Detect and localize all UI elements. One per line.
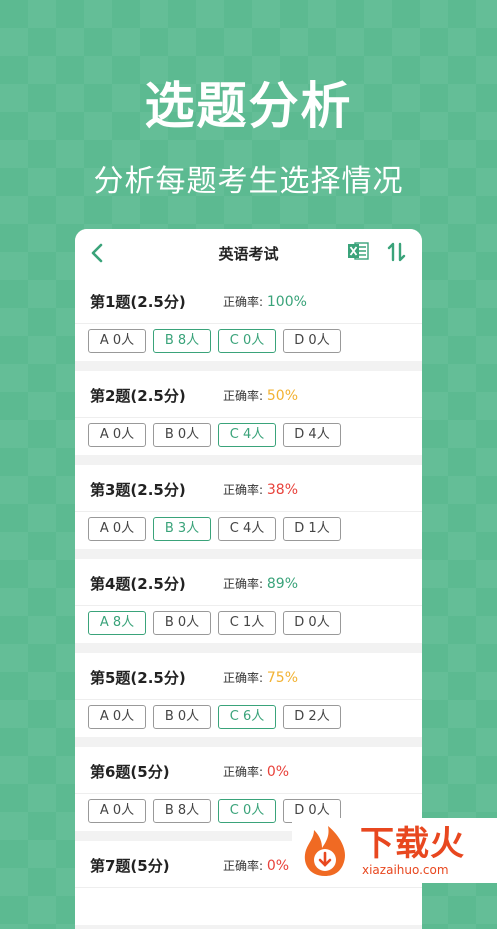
question-title: 第6题(5分) (90, 763, 170, 781)
correct-rate-value: 75% (266, 670, 298, 686)
option-chip[interactable]: C 0人 (218, 799, 276, 823)
question-header: 第3题(2.5分) 正确率: 38% (75, 465, 422, 512)
question-title: 第2题(2.5分) (90, 387, 186, 405)
correct-rate-label: 正确率: (223, 389, 264, 403)
excel-export-icon (348, 242, 369, 260)
option-chip[interactable]: D 2人 (283, 705, 341, 729)
correct-rate: 正确率: 38% (223, 481, 298, 498)
correct-rate-label: 正确率: (223, 859, 264, 873)
option-chip[interactable]: A 8人 (88, 611, 146, 635)
option-chip[interactable]: C 6人 (218, 705, 276, 729)
option-chip[interactable]: C 0人 (218, 329, 276, 353)
option-chip[interactable]: B 0人 (153, 423, 211, 447)
correct-rate-label: 正确率: (223, 483, 264, 497)
sort-button[interactable] (385, 240, 409, 264)
option-chip[interactable]: D 1人 (283, 517, 341, 541)
option-chip[interactable]: C 4人 (218, 517, 276, 541)
nav-title: 英语考试 (218, 245, 279, 263)
option-chip[interactable]: B 0人 (153, 705, 211, 729)
correct-rate-value: 38% (266, 482, 298, 498)
option-chip[interactable]: C 4人 (218, 423, 276, 447)
option-row: A 0人 B 8人 C 0人 D 0人 (88, 329, 341, 353)
correct-rate-value: 0% (266, 764, 290, 780)
option-row: A 0人 B 3人 C 4人 D 1人 (88, 517, 341, 541)
option-chip[interactable]: B 3人 (153, 517, 211, 541)
nav-bar: 英语考试 (75, 229, 422, 277)
question-header: 第2题(2.5分) 正确率: 50% (75, 371, 422, 418)
correct-rate-label: 正确率: (223, 295, 264, 309)
option-row: A 0人 B 0人 C 4人 D 4人 (88, 423, 341, 447)
hero-subtitle: 分析每题考生选择情况 (93, 164, 404, 199)
question-header: 第6题(5分) 正确率: 0% (75, 747, 422, 794)
option-chip[interactable]: D 0人 (283, 611, 341, 635)
option-chip[interactable]: A 0人 (88, 799, 146, 823)
correct-rate: 正确率: 75% (223, 669, 298, 686)
excel-export-button[interactable] (347, 240, 369, 262)
question-card: 第3题(2.5分) 正确率: 38% A 0人 B 3人 C 4人 D 1人 (75, 465, 422, 549)
option-row: A 0人 B 0人 C 6人 D 2人 (88, 705, 341, 729)
question-title: 第5题(2.5分) (90, 669, 186, 687)
correct-rate-value: 89% (266, 576, 298, 592)
watermark-url: xiazaihuo.com (362, 862, 449, 877)
option-chip[interactable]: D 0人 (283, 329, 341, 353)
hero-title: 选题分析 (144, 77, 353, 135)
question-title: 第4题(2.5分) (90, 575, 186, 593)
question-header: 第4题(2.5分) 正确率: 89% (75, 559, 422, 606)
option-chip[interactable]: A 0人 (88, 423, 146, 447)
correct-rate: 正确率: 100% (223, 293, 307, 310)
question-card: 第5题(2.5分) 正确率: 75% A 0人 B 0人 C 6人 D 2人 (75, 653, 422, 737)
option-chip[interactable]: C 1人 (218, 611, 276, 635)
correct-rate: 正确率: 50% (223, 387, 298, 404)
correct-rate: 正确率: 0% (223, 857, 289, 874)
question-card: 第2题(2.5分) 正确率: 50% A 0人 B 0人 C 4人 D 4人 (75, 371, 422, 455)
correct-rate-value: 100% (266, 294, 307, 310)
option-chip[interactable]: B 0人 (153, 611, 211, 635)
correct-rate-value: 50% (266, 388, 298, 404)
question-header: 第5题(2.5分) 正确率: 75% (75, 653, 422, 700)
question-title: 第7题(5分) (90, 857, 170, 875)
correct-rate: 正确率: 89% (223, 575, 298, 592)
option-chip[interactable]: D 4人 (283, 423, 341, 447)
question-card: 第4题(2.5分) 正确率: 89% A 8人 B 0人 C 1人 D 0人 (75, 559, 422, 643)
correct-rate-label: 正确率: (223, 577, 264, 591)
correct-rate: 正确率: 0% (223, 763, 289, 780)
question-card: 第1题(2.5分) 正确率: 100% A 0人 B 8人 C 0人 D 0人 (75, 277, 422, 361)
flame-logo-icon (296, 822, 354, 880)
option-chip[interactable]: B 8人 (153, 799, 211, 823)
correct-rate-value: 0% (266, 858, 290, 874)
option-row: A 8人 B 0人 C 1人 D 0人 (88, 611, 341, 635)
option-chip[interactable]: A 0人 (88, 329, 146, 353)
option-chip[interactable]: A 0人 (88, 517, 146, 541)
question-header: 第1题(2.5分) 正确率: 100% (75, 277, 422, 324)
watermark-brand: 下载火 (360, 823, 465, 864)
site-watermark: 下载火 xiazaihuo.com (292, 818, 497, 883)
correct-rate-label: 正确率: (223, 671, 264, 685)
option-chip[interactable]: A 0人 (88, 705, 146, 729)
question-title: 第3题(2.5分) (90, 481, 186, 499)
question-title: 第1题(2.5分) (90, 293, 186, 311)
sort-icon (387, 242, 406, 262)
correct-rate-label: 正确率: (223, 765, 264, 779)
option-chip[interactable]: B 8人 (153, 329, 211, 353)
